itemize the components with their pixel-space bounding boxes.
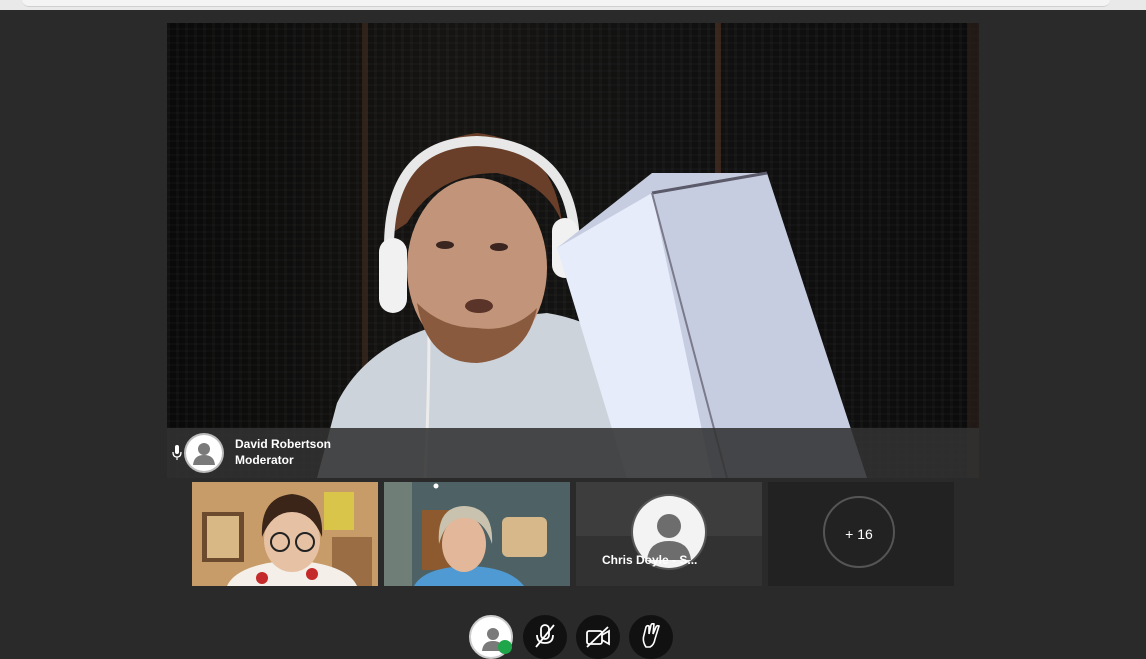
speaker-role: Moderator (235, 453, 294, 467)
raise-hand-button[interactable] (629, 615, 673, 659)
speaker-avatar-icon (186, 435, 222, 471)
raise-hand-icon (642, 623, 660, 648)
main-speaker-video: David Robertson Moderator (167, 23, 979, 478)
microphone-icon (172, 445, 182, 460)
speaker-name-bar: David Robertson Moderator (167, 428, 979, 478)
mute-button[interactable] (523, 615, 567, 659)
browser-top-bar (0, 0, 1146, 10)
camera-toggle-button[interactable] (576, 615, 620, 659)
camera-off-icon (586, 626, 610, 648)
speaker-figure (317, 133, 867, 478)
participant-tile-1[interactable] (192, 482, 378, 586)
participant-video-1 (192, 482, 378, 586)
online-status-indicator (498, 640, 512, 654)
participant-name: Chris Doyle - S... (602, 553, 698, 567)
participant-tile-2[interactable] (384, 482, 570, 586)
participant-tile-3[interactable]: Chris Doyle - S... (576, 482, 762, 586)
participant-video-2 (384, 482, 570, 586)
more-participants-tile[interactable]: + 16 (768, 482, 954, 586)
more-participants-count[interactable]: + 16 (823, 496, 895, 568)
microphone-off-icon (535, 624, 555, 648)
speaker-name: David Robertson (235, 437, 332, 451)
